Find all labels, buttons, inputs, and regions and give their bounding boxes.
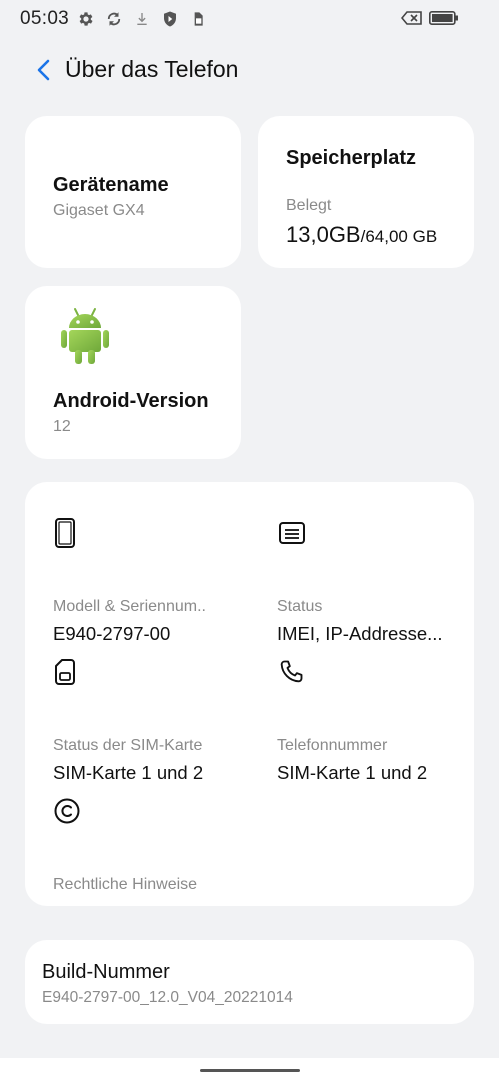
status-time: 05:03 (20, 8, 70, 29)
build-number-value: E940-2797-00_12.0_V04_20221014 (42, 989, 293, 1006)
info-label: Status der SIM-Karte (53, 737, 203, 754)
sim-card-icon (53, 651, 95, 693)
sim-icon (188, 9, 208, 29)
storage-usage: 13,0GB/64,00 GB (286, 222, 437, 248)
chevron-left-icon (37, 59, 50, 81)
info-value: E940-2797-00 (53, 623, 171, 644)
app-bar: Über das Telefon (0, 48, 499, 92)
status-bar: 05:03 (0, 0, 499, 38)
device-info-card: Modell & Seriennum.. E940-2797-00 Status… (25, 482, 474, 906)
phone-outline-icon (53, 512, 95, 554)
download-icon (132, 9, 152, 29)
shield-icon (160, 9, 180, 29)
gesture-handle[interactable] (200, 1069, 300, 1072)
device-name-title: Gerätename (53, 174, 169, 196)
info-value: IMEI, IP-Addresse... (277, 623, 443, 644)
info-label: Rechtliche Hinweise (53, 876, 198, 893)
storage-title: Speicherplatz (286, 147, 417, 169)
info-label: Modell & Seriennum.. (53, 598, 206, 615)
storage-used: 13,0GB (286, 222, 361, 247)
device-name-value: Gigaset GX4 (53, 202, 145, 219)
build-number-title: Build-Nummer (42, 961, 170, 983)
android-robot-icon (59, 306, 111, 371)
device-name-card[interactable]: Gerätename Gigaset GX4 (25, 116, 241, 268)
battery-icon (429, 11, 459, 30)
no-signal-icon (400, 10, 423, 31)
status-icons (76, 9, 208, 29)
android-version-card[interactable]: Android-Version 12 (25, 286, 241, 459)
build-number-card[interactable]: Build-Nummer E940-2797-00_12.0_V04_20221… (25, 940, 474, 1024)
status-right (400, 10, 459, 31)
navigation-bar (0, 1058, 499, 1080)
info-label: Status (277, 598, 323, 615)
sync-icon (104, 9, 124, 29)
page-title: Über das Telefon (65, 56, 239, 82)
copyright-icon (53, 790, 95, 832)
storage-card[interactable]: Speicherplatz Belegt 13,0GB/64,00 GB (258, 116, 474, 268)
back-button[interactable] (30, 56, 58, 84)
android-version-title: Android-Version (53, 390, 209, 412)
gear-icon (76, 9, 96, 29)
info-value: SIM-Karte 1 und 2 (277, 762, 428, 783)
phone-call-icon (277, 651, 319, 693)
info-value: SIM-Karte 1 und 2 (53, 762, 204, 783)
android-version-value: 12 (53, 418, 71, 435)
storage-label: Belegt (286, 197, 332, 214)
storage-total: /64,00 GB (360, 227, 438, 246)
status-card-icon (277, 512, 319, 554)
info-label: Telefonnummer (277, 737, 388, 754)
